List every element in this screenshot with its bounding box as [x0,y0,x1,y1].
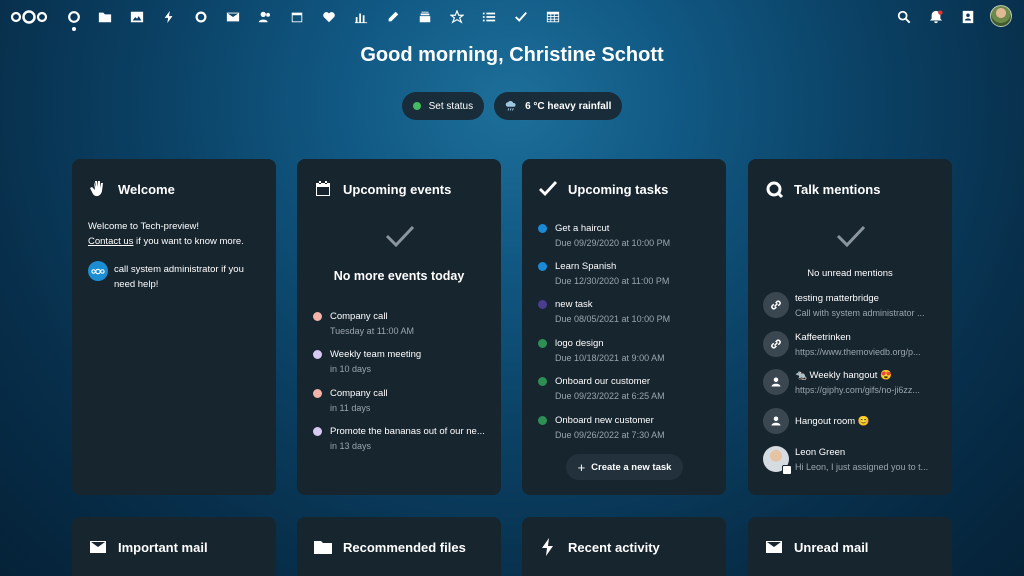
calendar-app-icon[interactable] [287,7,307,27]
set-status-label: Set status [428,100,474,112]
nextcloud-avatar-icon [88,261,108,281]
unread-mail-widget: Unread mail [748,517,952,576]
checkmark-icon [539,181,558,197]
user-avatar[interactable] [990,5,1012,27]
greeting-title: Good morning, Christine Schott [360,44,664,66]
mail-icon [766,541,782,553]
talk-mentions-widget: Talk mentions No unread mentions testing… [748,159,952,495]
task-color-dot [538,416,547,425]
file-badge-icon [782,465,792,475]
no-mentions-message: No unread mentions [807,268,893,279]
task-color-dot [538,262,547,271]
search-icon[interactable] [894,7,914,27]
event-color-dot [313,350,322,359]
task-item[interactable]: Get a haircut Due 09/29/2020 at 10:00 PM [538,223,670,248]
folder-icon [314,541,332,554]
bookmarks-app-icon[interactable] [447,7,467,27]
task-color-dot [538,377,547,386]
online-status-dot [412,102,421,110]
checks-app-icon[interactable] [511,7,531,27]
photos-app-icon[interactable] [127,7,147,27]
event-color-dot [313,312,322,321]
no-events-message: No more events today [333,269,465,283]
task-color-dot [538,300,547,309]
conversation-item[interactable]: Kaffeetrinken https://www.themoviedb.org/… [763,331,952,357]
task-item[interactable]: Onboard new customer Due 09/26/2022 at 7:… [538,415,665,440]
weather-label: 6 °C heavy rainfall [525,100,612,112]
conversation-item[interactable]: testing matterbridge Call with system adm… [763,292,952,318]
top-bar [0,0,1024,34]
event-color-dot [313,389,322,398]
activity-app-icon[interactable] [159,7,179,27]
tables-app-icon[interactable] [543,7,563,27]
contact-us-link[interactable]: Contact us [88,236,133,247]
tasks-app-icon[interactable] [479,7,499,27]
talk-app-icon[interactable] [191,7,211,27]
status-row: Set status 6 °C heavy rainfall [0,92,1024,120]
group-icon [763,408,789,434]
nextcloud-logo[interactable] [10,9,48,25]
talk-widget-title: Talk mentions [764,179,880,199]
tasks-widget-title: Upcoming tasks [538,179,668,199]
lightning-icon [542,538,553,556]
link-icon [763,331,789,357]
event-color-dot [313,427,322,436]
wave-hand-icon [90,181,103,197]
leon-green-avatar [763,446,792,475]
mail-app-icon[interactable] [223,7,243,27]
task-item[interactable]: logo design Due 10/18/2021 at 9:00 AM [538,338,665,363]
notes-app-icon[interactable] [383,7,403,27]
recommended-files-widget: Recommended files [297,517,501,576]
welcome-text: Welcome to Tech-preview! Contact us if y… [88,221,244,247]
welcome-widget: Welcome Welcome to Tech-preview! Contact… [72,159,276,495]
files-app-icon[interactable] [95,7,115,27]
task-item[interactable]: new task Due 08/05/2021 at 10:00 PM [538,299,670,324]
upcoming-events-widget: Upcoming events No more events today Com… [297,159,501,495]
mail-icon [90,541,106,553]
task-item[interactable]: Learn Spanish Due 12/30/2020 at 11:00 PM [538,261,669,286]
conversation-item[interactable]: 🐀 Weekly hangout 😍 https://giphy.com/gifs… [763,369,952,395]
events-widget-title: Upcoming events [313,179,451,199]
weather-status-button[interactable]: 6 °C heavy rainfall [494,92,623,120]
contacts-app-icon[interactable] [255,7,275,27]
welcome-widget-title: Welcome [88,179,175,199]
calendar-icon [316,181,330,196]
contacts-menu-icon[interactable] [958,7,978,27]
deck-app-icon[interactable] [415,7,435,27]
group-icon [763,369,789,395]
talk-icon [766,181,784,199]
event-item[interactable]: Promote the bananas out of our ne... in 1… [313,426,485,451]
event-item[interactable]: Company call in 11 days [313,388,388,413]
check-icon [385,225,415,248]
favorites-app-icon[interactable] [319,7,339,27]
task-item[interactable]: Onboard our customer Due 09/23/2022 at 6:… [538,376,665,401]
upcoming-tasks-widget: Upcoming tasks Get a haircut Due 09/29/20… [522,159,726,495]
task-color-dot [538,224,547,233]
notifications-icon[interactable] [926,7,946,27]
event-item[interactable]: Company call Tuesday at 11:00 AM [313,311,414,336]
admin-message: call system administrator if you need he… [88,261,244,292]
link-icon [763,292,789,318]
important-mail-widget: Important mail [72,517,276,576]
dashboard-app-icon[interactable] [64,7,84,31]
conversation-item[interactable]: Leon Green Hi Leon, I just assigned you t… [763,446,952,475]
conversation-item[interactable]: Hangout room 😊 [763,408,952,434]
set-status-button[interactable]: Set status [401,92,485,120]
task-color-dot [538,339,547,348]
plus-icon: + [577,459,586,475]
create-task-button[interactable]: + Create a new task [566,454,683,480]
analytics-app-icon[interactable] [351,7,371,27]
check-icon [836,225,866,248]
event-item[interactable]: Weekly team meeting in 10 days [313,349,421,374]
rain-cloud-icon [505,101,516,111]
recent-activity-widget: Recent activity [522,517,726,576]
